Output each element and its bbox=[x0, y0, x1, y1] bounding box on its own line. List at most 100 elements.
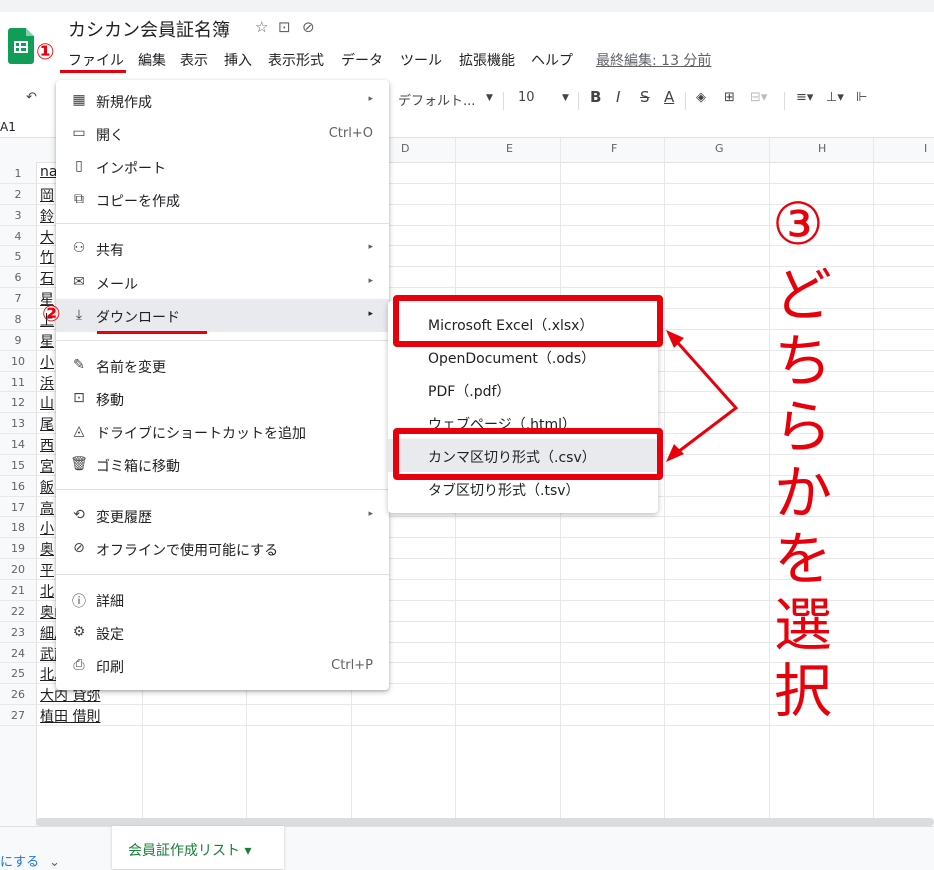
menu-item-share[interactable]: ⚇ 共有 ▸ bbox=[56, 232, 389, 265]
row-number[interactable]: 14 bbox=[0, 438, 36, 451]
menu-item-print[interactable]: ⎙ 印刷 Ctrl+P bbox=[56, 649, 389, 682]
cell-column-b[interactable]: 西 bbox=[40, 435, 54, 455]
undo-icon[interactable]: ↶ bbox=[26, 90, 37, 105]
row-number[interactable]: 13 bbox=[0, 417, 36, 430]
menu-item-trash[interactable]: 🗑 ゴミ箱に移動 bbox=[56, 448, 389, 481]
fill-color-icon[interactable]: ◈ bbox=[696, 90, 706, 105]
last-edit-link[interactable]: 最終編集: 13 分前 bbox=[596, 50, 711, 70]
row-number[interactable]: 23 bbox=[0, 626, 36, 639]
menu-tools[interactable]: ツール bbox=[400, 50, 442, 70]
cloud-status-icon[interactable]: ⊘ bbox=[302, 18, 315, 36]
cell-column-b[interactable]: 飯 bbox=[40, 477, 54, 497]
menu-item-import[interactable]: ▯ インポート bbox=[56, 150, 389, 183]
cell-column-b[interactable]: 岡 bbox=[40, 185, 54, 205]
menu-edit[interactable]: 編集 bbox=[138, 50, 166, 70]
row-number[interactable]: 20 bbox=[0, 563, 36, 576]
cell-column-b[interactable]: 竹 bbox=[40, 247, 54, 267]
menu-item-settings[interactable]: ⚙ 設定 bbox=[56, 616, 389, 649]
folder-move-icon[interactable]: ⊡ bbox=[278, 18, 291, 36]
row-number[interactable]: 15 bbox=[0, 459, 36, 472]
cell-column-b[interactable]: 浜 bbox=[40, 373, 54, 393]
row-number[interactable]: 7 bbox=[0, 292, 36, 305]
menu-item-rename[interactable]: ✎ 名前を変更 bbox=[56, 349, 389, 382]
menu-item-move[interactable]: ⊡ 移動 bbox=[56, 382, 389, 415]
row-number[interactable]: 4 bbox=[0, 230, 36, 243]
cell-column-b[interactable]: 小 bbox=[40, 518, 54, 538]
document-title[interactable]: カシカン会員証名簿 bbox=[68, 16, 230, 42]
menu-item-email[interactable]: ✉ メール ▸ bbox=[56, 266, 389, 299]
row-number[interactable]: 21 bbox=[0, 584, 36, 597]
row-number[interactable]: 19 bbox=[0, 542, 36, 555]
menu-data[interactable]: データ bbox=[341, 50, 383, 70]
name-box[interactable]: A1 bbox=[0, 120, 16, 134]
star-icon[interactable]: ☆ bbox=[255, 18, 268, 36]
cell-column-b[interactable]: 鈴 bbox=[40, 206, 54, 226]
cell-column-b[interactable]: 宮 bbox=[40, 456, 54, 476]
cell-column-b[interactable]: 植田 借則 bbox=[40, 706, 100, 726]
align-horizontal-icon[interactable]: ≡▾ bbox=[796, 90, 813, 105]
menu-view[interactable]: 表示 bbox=[180, 50, 208, 70]
row-number[interactable]: 24 bbox=[0, 647, 36, 660]
menu-item-version-history[interactable]: ⟲ 変更履歴 ▸ bbox=[56, 499, 389, 532]
align-vertical-icon[interactable]: ⊥▾ bbox=[826, 90, 844, 105]
merge-cells-icon[interactable]: ⊟▾ bbox=[750, 90, 767, 105]
strikethrough-button[interactable]: S bbox=[640, 88, 650, 106]
font-size-select[interactable]: 10 bbox=[518, 90, 535, 105]
cell-column-b[interactable]: na bbox=[40, 164, 57, 180]
menu-insert[interactable]: 挿入 bbox=[224, 50, 252, 70]
sheet-tab[interactable]: 会員証作成リスト ▾ bbox=[112, 826, 284, 869]
cell-column-b[interactable]: 平 bbox=[40, 560, 54, 580]
cell-column-b[interactable]: 大 bbox=[40, 227, 54, 247]
cell-column-b[interactable]: 星 bbox=[40, 331, 54, 351]
column-header-d[interactable]: D bbox=[401, 142, 409, 155]
row-number[interactable]: 26 bbox=[0, 688, 36, 701]
cell-column-b[interactable]: 北 bbox=[40, 581, 54, 601]
menu-item-details[interactable]: ⓘ 詳細 bbox=[56, 583, 389, 616]
row-number[interactable]: 6 bbox=[0, 271, 36, 284]
row-number[interactable]: 11 bbox=[0, 376, 36, 389]
menu-item-open[interactable]: ▭ 開く Ctrl+O bbox=[56, 117, 389, 150]
cell-column-b[interactable]: 石 bbox=[40, 268, 54, 288]
cell-column-b[interactable]: 小 bbox=[40, 352, 54, 372]
column-header-i[interactable]: I bbox=[924, 142, 927, 155]
row-number[interactable]: 5 bbox=[0, 250, 36, 263]
borders-icon[interactable]: ⊞ bbox=[724, 90, 735, 105]
row-number[interactable]: 10 bbox=[0, 355, 36, 368]
row-number[interactable]: 12 bbox=[0, 396, 36, 409]
menu-item-download[interactable]: ⤓ ダウンロード ▸ bbox=[56, 299, 389, 332]
menu-extensions[interactable]: 拡張機能 bbox=[459, 50, 515, 70]
cell-column-b[interactable]: 高 bbox=[40, 498, 54, 518]
row-number[interactable]: 1 bbox=[0, 167, 36, 180]
bold-button[interactable]: B bbox=[590, 88, 601, 106]
row-number[interactable]: 8 bbox=[0, 313, 36, 326]
text-wrap-icon[interactable]: ⊩ bbox=[856, 90, 867, 105]
italic-button[interactable]: I bbox=[616, 88, 620, 106]
row-number[interactable]: 9 bbox=[0, 334, 36, 347]
cell-column-b[interactable]: 山 bbox=[40, 393, 54, 413]
column-header-g[interactable]: G bbox=[715, 142, 724, 155]
row-number[interactable]: 17 bbox=[0, 501, 36, 514]
row-number[interactable]: 18 bbox=[0, 521, 36, 534]
menu-item-new[interactable]: ▦ 新規作成 ▸ bbox=[56, 84, 389, 117]
cell-column-b[interactable]: 尾 bbox=[40, 414, 54, 434]
menu-help[interactable]: ヘルプ bbox=[531, 50, 573, 70]
row-number[interactable]: 25 bbox=[0, 667, 36, 680]
menu-file[interactable]: ファイル bbox=[68, 50, 124, 70]
column-header-f[interactable]: F bbox=[611, 142, 617, 155]
horizontal-scrollbar[interactable] bbox=[36, 818, 934, 826]
menu-format[interactable]: 表示形式 bbox=[268, 50, 324, 70]
cell-column-b[interactable]: 奥 bbox=[40, 539, 54, 559]
explore-link[interactable]: にする ⌄ bbox=[0, 851, 60, 870]
sheets-logo-icon[interactable] bbox=[8, 28, 34, 64]
column-header-e[interactable]: E bbox=[506, 142, 513, 155]
row-number[interactable]: 2 bbox=[0, 188, 36, 201]
row-number[interactable]: 3 bbox=[0, 209, 36, 222]
menu-item-copy[interactable]: ⧉ コピーを作成 bbox=[56, 183, 389, 216]
text-color-button[interactable]: A bbox=[664, 88, 674, 106]
row-number[interactable]: 22 bbox=[0, 605, 36, 618]
font-family-select[interactable]: デフォルト... bbox=[398, 90, 475, 109]
menu-item-add-shortcut[interactable]: ◬ ドライブにショートカットを追加 bbox=[56, 415, 389, 448]
column-header-h[interactable]: H bbox=[818, 142, 826, 155]
download-pdf[interactable]: PDF（.pdf） bbox=[388, 373, 658, 406]
row-number[interactable]: 16 bbox=[0, 480, 36, 493]
